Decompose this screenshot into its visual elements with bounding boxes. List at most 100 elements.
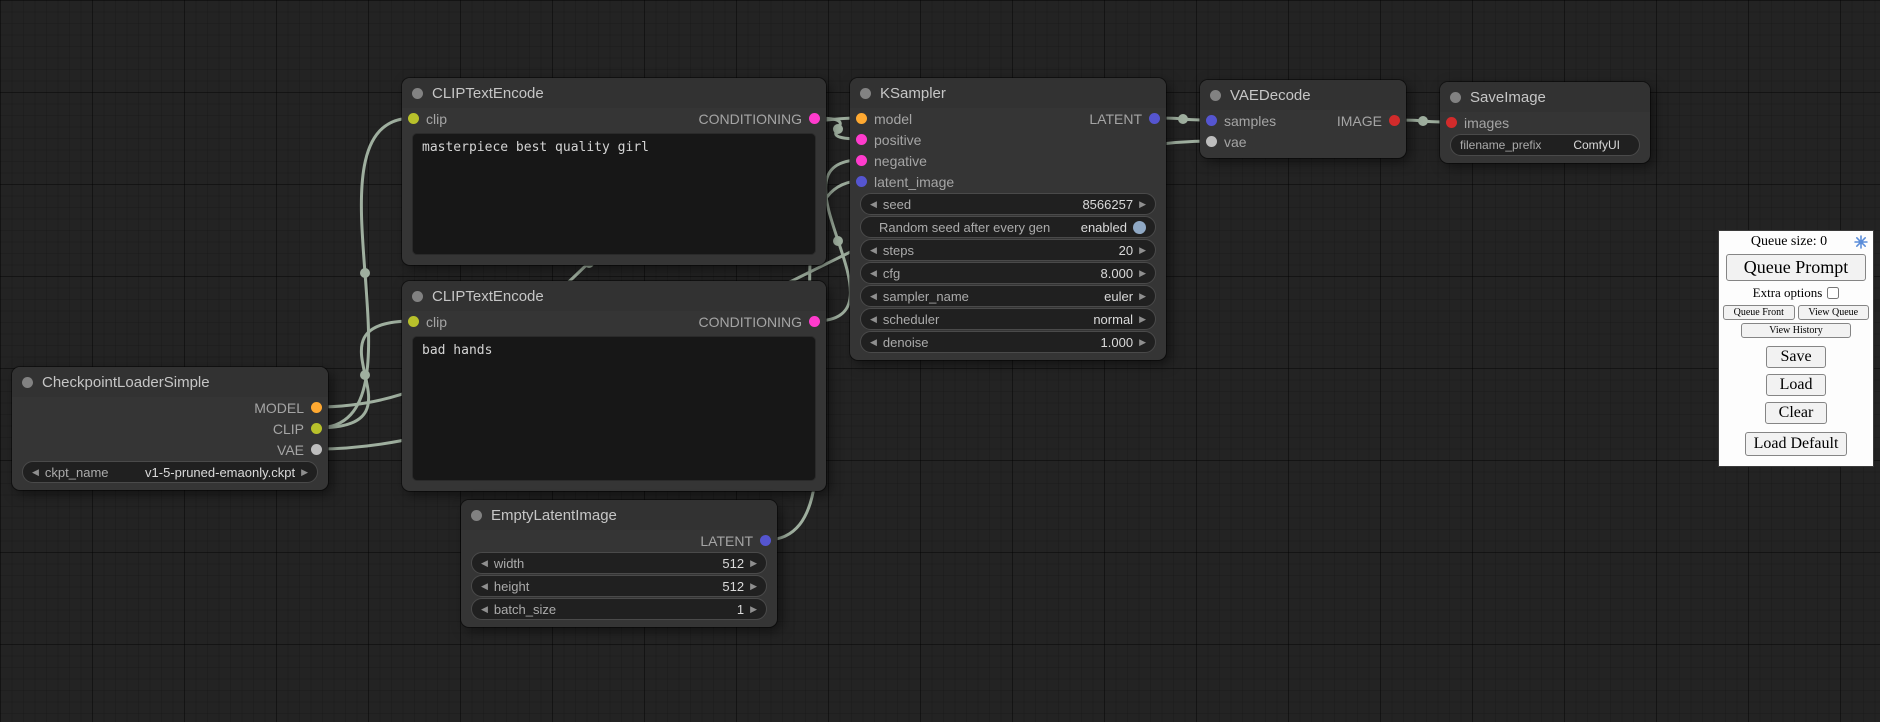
node-vae-decode[interactable]: VAEDecode samples IMAGE vae [1200,80,1406,158]
conditioning-output-port[interactable] [809,316,820,327]
slot-label: negative [874,153,927,169]
vae-input-port[interactable] [1206,136,1217,147]
node-title-bar[interactable]: CLIPTextEncode [402,78,826,108]
increment-arrow-icon[interactable]: ▶ [750,559,757,568]
seed-widget[interactable]: ◀ seed 8566257 ▶ [860,193,1156,215]
decrement-arrow-icon[interactable]: ◀ [481,605,488,614]
clip-output-port[interactable] [311,423,322,434]
model-input-port[interactable] [856,113,867,124]
load-default-button[interactable]: Load Default [1745,432,1848,456]
increment-arrow-icon[interactable]: ▶ [301,468,308,477]
vae-output-port[interactable] [311,444,322,455]
image-output-port[interactable] [1389,115,1400,126]
collapse-dot-icon[interactable] [22,377,33,388]
width-widget[interactable]: ◀ width 512 ▶ [471,552,767,574]
node-title-bar[interactable]: SaveImage [1440,82,1650,112]
widget-value: 1.000 [1101,335,1134,350]
slot-label: model [874,111,912,127]
negative-input-port[interactable] [856,155,867,166]
samples-input-port[interactable] [1206,115,1217,126]
model-output-port[interactable] [311,402,322,413]
node-clip-text-encode-negative[interactable]: CLIPTextEncode clip CONDITIONING bad han… [402,281,826,491]
height-widget[interactable]: ◀ height 512 ▶ [471,575,767,597]
slot-label: LATENT [700,533,753,549]
queue-prompt-button[interactable]: Queue Prompt [1726,254,1867,281]
increment-arrow-icon[interactable]: ▶ [1139,292,1146,301]
collapse-dot-icon[interactable] [860,88,871,99]
graph-canvas[interactable]: CheckpointLoaderSimple MODEL CLIP VAE ◀ … [0,0,1880,722]
comfy-menu-panel[interactable]: Queue size: 0 Queue Prompt Extra options… [1718,230,1874,467]
decrement-arrow-icon[interactable]: ◀ [32,468,39,477]
node-title-bar[interactable]: EmptyLatentImage [461,500,777,530]
save-button[interactable]: Save [1766,346,1825,368]
decrement-arrow-icon[interactable]: ◀ [481,559,488,568]
latent-output-port[interactable] [1149,113,1160,124]
slot-label: IMAGE [1337,113,1382,129]
node-title-bar[interactable]: CLIPTextEncode [402,281,826,311]
link-midpoint-dot [833,236,843,246]
increment-arrow-icon[interactable]: ▶ [1139,269,1146,278]
toggle-on-dot-icon[interactable] [1133,221,1146,234]
increment-arrow-icon[interactable]: ▶ [1139,200,1146,209]
latent-output-port[interactable] [760,535,771,546]
node-title-bar[interactable]: KSampler [850,78,1166,108]
node-empty-latent-image[interactable]: EmptyLatentImage LATENT ◀ width 512 ▶ ◀ … [461,500,777,627]
steps-widget[interactable]: ◀ steps 20 ▶ [860,239,1156,261]
negative-prompt-textarea[interactable]: bad hands [412,336,816,481]
latent-image-input-port[interactable] [856,176,867,187]
decrement-arrow-icon[interactable]: ◀ [870,338,877,347]
sampler-name-widget[interactable]: ◀ sampler_name euler ▶ [860,285,1156,307]
filename-prefix-widget[interactable]: filename_prefix ComfyUI [1450,134,1640,156]
collapse-dot-icon[interactable] [412,88,423,99]
slot-label: positive [874,132,921,148]
increment-arrow-icon[interactable]: ▶ [1139,315,1146,324]
node-ksampler[interactable]: KSampler model LATENT positive negative [850,78,1166,360]
increment-arrow-icon[interactable]: ▶ [750,582,757,591]
conditioning-output-port[interactable] [809,113,820,124]
cfg-widget[interactable]: ◀ cfg 8.000 ▶ [860,262,1156,284]
positive-prompt-textarea[interactable]: masterpiece best quality girl [412,133,816,255]
node-title-bar[interactable]: CheckpointLoaderSimple [12,367,328,397]
slot-label: LATENT [1089,111,1142,127]
collapse-dot-icon[interactable] [412,291,423,302]
queue-front-button[interactable]: Queue Front [1723,305,1795,320]
decrement-arrow-icon[interactable]: ◀ [870,246,877,255]
ckpt-name-widget[interactable]: ◀ ckpt_name v1-5-pruned-emaonly.ckpt ▶ [22,461,318,483]
extra-options-checkbox[interactable] [1827,287,1839,299]
view-history-button[interactable]: View History [1741,323,1851,338]
collapse-dot-icon[interactable] [1450,92,1461,103]
denoise-widget[interactable]: ◀ denoise 1.000 ▶ [860,331,1156,353]
node-clip-text-encode-positive[interactable]: CLIPTextEncode clip CONDITIONING masterp… [402,78,826,265]
slot-label: CONDITIONING [699,314,802,330]
batch-size-widget[interactable]: ◀ batch_size 1 ▶ [471,598,767,620]
clip-input-port[interactable] [408,316,419,327]
widget-label: steps [883,243,914,258]
node-title-bar[interactable]: VAEDecode [1200,80,1406,110]
images-input-port[interactable] [1446,117,1457,128]
widget-label: ckpt_name [45,465,109,480]
node-save-image[interactable]: SaveImage images filename_prefix ComfyUI [1440,82,1650,163]
collapse-dot-icon[interactable] [1210,90,1221,101]
decrement-arrow-icon[interactable]: ◀ [481,582,488,591]
view-queue-button[interactable]: View Queue [1798,305,1870,320]
decrement-arrow-icon[interactable]: ◀ [870,315,877,324]
settings-gear-icon[interactable] [1854,235,1868,249]
input-slot-positive: positive [856,132,921,148]
increment-arrow-icon[interactable]: ▶ [1139,338,1146,347]
widget-label: scheduler [883,312,939,327]
clear-button[interactable]: Clear [1765,402,1828,424]
collapse-dot-icon[interactable] [471,510,482,521]
load-button[interactable]: Load [1766,374,1827,396]
increment-arrow-icon[interactable]: ▶ [1139,246,1146,255]
increment-arrow-icon[interactable]: ▶ [750,605,757,614]
random-seed-toggle-widget[interactable]: Random seed after every gen enabled [860,216,1156,238]
node-checkpoint-loader-simple[interactable]: CheckpointLoaderSimple MODEL CLIP VAE ◀ … [12,367,328,490]
positive-input-port[interactable] [856,134,867,145]
decrement-arrow-icon[interactable]: ◀ [870,269,877,278]
decrement-arrow-icon[interactable]: ◀ [870,200,877,209]
decrement-arrow-icon[interactable]: ◀ [870,292,877,301]
output-slot-conditioning: CONDITIONING [699,111,820,127]
scheduler-widget[interactable]: ◀ scheduler normal ▶ [860,308,1156,330]
clip-input-port[interactable] [408,113,419,124]
slot-label: clip [426,111,447,127]
